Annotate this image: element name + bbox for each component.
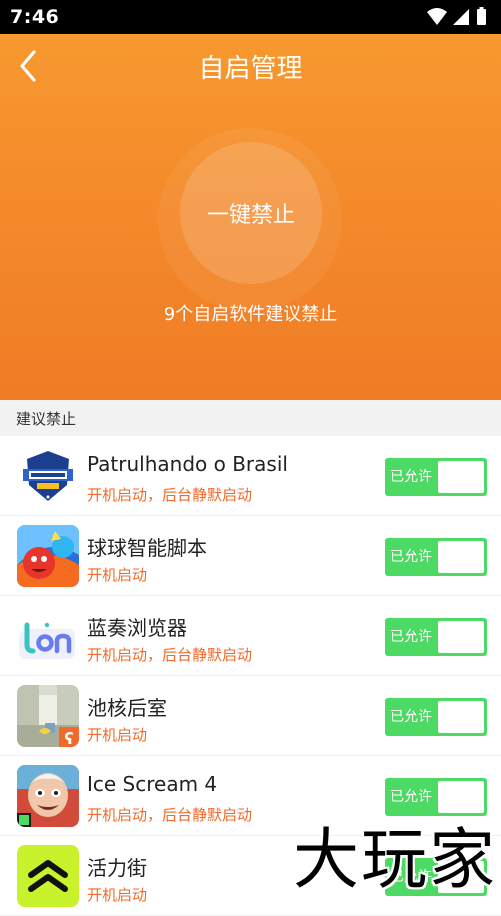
toggle-label: 已允许: [390, 629, 432, 645]
huolijie-icon: [17, 845, 79, 907]
app-startup-status: 开机启动: [87, 886, 148, 904]
app-name: 蓝奏浏览器: [87, 616, 187, 640]
app-name: 池核后室: [87, 696, 167, 720]
lanzou-icon: [17, 605, 79, 667]
list-item: 球球智能脚本 开机启动 已允许: [0, 516, 501, 596]
wifi-icon: [427, 8, 447, 25]
status-icons: [427, 7, 486, 25]
header-panel: 自启管理 一键禁止 9个自启软件建议禁止: [0, 34, 501, 400]
suggestion-summary: 9个自启软件建议禁止: [163, 304, 338, 325]
app-startup-status: 开机启动，后台静默启动: [87, 646, 253, 664]
app-startup-status: 开机启动，后台静默启动: [87, 486, 253, 504]
svg-text:ʕ: ʕ: [64, 729, 73, 747]
app-startup-status: 开机启动: [87, 726, 148, 744]
toggle-label: 已允许: [390, 549, 432, 565]
autostart-toggle[interactable]: 已允许: [385, 698, 487, 736]
app-name: 活力街: [87, 856, 147, 880]
watermark: 大玩家: [248, 806, 501, 898]
ice-scream-icon: [17, 765, 79, 827]
autostart-toggle[interactable]: 已允许: [385, 458, 487, 496]
status-bar: 7:46: [0, 0, 501, 34]
patrulhando-icon: [17, 445, 79, 507]
app-startup-status: 开机启动: [87, 566, 148, 584]
toggle-label: 已允许: [390, 709, 432, 725]
autostart-toggle[interactable]: 已允许: [385, 538, 487, 576]
toggle-label: 已允许: [390, 469, 432, 485]
qiuqiu-icon: [17, 525, 79, 587]
section-header: 建议禁止: [0, 400, 501, 436]
app-name: Patrulhando o Brasil: [87, 452, 288, 476]
app-startup-status: 开机启动，后台静默启动: [87, 806, 253, 824]
status-time: 7:46: [10, 6, 60, 28]
watermark-text: 大玩家: [293, 821, 497, 898]
autostart-toggle[interactable]: 已允许: [385, 618, 487, 656]
list-item: 蓝奏浏览器 开机启动，后台静默启动 已允许: [0, 596, 501, 676]
battery-icon: [477, 9, 486, 25]
toggle-knob: [438, 621, 484, 653]
toggle-knob: [438, 701, 484, 733]
app-name: 球球智能脚本: [87, 536, 207, 560]
signal-icon: [453, 9, 469, 25]
app-name: Ice Scream 4: [87, 772, 218, 796]
page-title: 自启管理: [198, 54, 303, 84]
one-click-disable-button[interactable]: 一键禁止: [180, 142, 322, 284]
backrooms-icon: ʕ: [17, 685, 79, 747]
toggle-knob: [438, 461, 484, 493]
list-item: Patrulhando o Brasil 开机启动，后台静默启动 已允许: [0, 436, 501, 516]
list-item: ʕ 池核后室 开机启动 已允许: [0, 676, 501, 756]
toggle-knob: [438, 541, 484, 573]
